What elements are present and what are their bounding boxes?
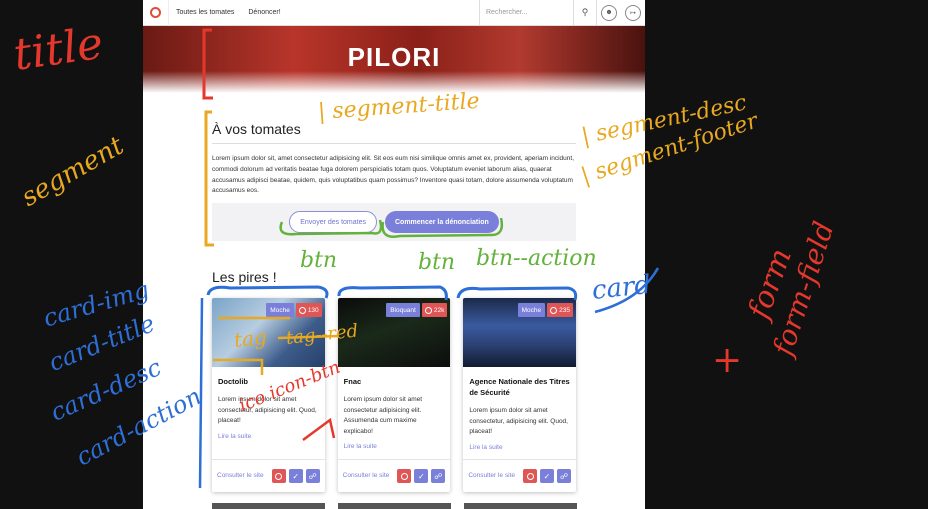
visit-site-link[interactable]: Consulter le site bbox=[468, 471, 520, 481]
user-icon[interactable]: ☻ bbox=[601, 4, 617, 21]
check-icon-button[interactable]: ✓ bbox=[414, 469, 429, 483]
tomato-icon-button[interactable] bbox=[271, 469, 286, 483]
read-more-link[interactable]: Lire la suite bbox=[469, 444, 570, 451]
card-image: Moche 130 bbox=[212, 298, 325, 367]
segment: À vos tomates Lorem ipsum dolor sit, ame… bbox=[212, 121, 576, 242]
annotation-form-plus: + bbox=[712, 340, 743, 381]
send-tomatoes-button[interactable]: Envoyer des tomates bbox=[289, 211, 377, 234]
start-report-button[interactable]: Commencer la dénonciation bbox=[385, 211, 499, 234]
nav-link-all[interactable]: Toutes les tomates bbox=[169, 9, 241, 16]
segment-description: Lorem ipsum dolor sit, amet consectetur … bbox=[212, 155, 574, 195]
category-tag: Moche bbox=[517, 303, 546, 317]
logout-icon[interactable]: ↦ bbox=[625, 4, 641, 21]
tomato-count: 235 bbox=[559, 306, 571, 314]
section-title: Les pires ! bbox=[212, 269, 277, 286]
annotation-form-field: form-field bbox=[766, 217, 841, 360]
card-row-partial bbox=[212, 503, 577, 509]
search-icon[interactable]: ⚲ bbox=[573, 0, 597, 26]
tomato-count-tag: 22k bbox=[421, 303, 448, 317]
tomato-icon bbox=[298, 306, 306, 314]
segment-footer: Envoyer des tomates Commencer la dénonci… bbox=[212, 203, 576, 242]
website-frame: Toutes les tomates Dénoncer! Rechercher.… bbox=[143, 0, 645, 509]
logo-icon[interactable] bbox=[143, 0, 169, 26]
card-actions: Consulter le site ✓ ☍ bbox=[463, 459, 577, 492]
card[interactable]: Moche 130 Doctolib Lorem ipsum dolor sit… bbox=[212, 298, 325, 492]
card-title: Agence Nationale des Titres de Sécurité bbox=[469, 377, 570, 397]
card-description: Lorem ipsum dolor sit amet consectetur, … bbox=[469, 407, 568, 435]
tomato-icon bbox=[424, 306, 432, 314]
tomato-count-tag: 235 bbox=[547, 303, 574, 317]
tomato-count: 130 bbox=[307, 306, 319, 314]
annotation-segment: segment bbox=[16, 130, 130, 213]
nav-link-report[interactable]: Dénoncer! bbox=[241, 9, 287, 16]
tomato-icon bbox=[550, 306, 558, 314]
tomato-icon-button[interactable] bbox=[397, 469, 412, 483]
card-image: Bloquant 22k bbox=[337, 298, 451, 367]
annotation-title: title bbox=[10, 17, 107, 81]
card-image: Moche 235 bbox=[463, 298, 577, 367]
card-actions: Consulter le site ✓ ☍ bbox=[337, 459, 451, 492]
check-icon-button[interactable]: ✓ bbox=[540, 469, 555, 483]
tomato-count-tag: 130 bbox=[295, 303, 322, 317]
card[interactable]: Bloquant 22k Fnac Lorem ipsum dolor sit … bbox=[337, 298, 451, 492]
card-title: Doctolib bbox=[218, 377, 248, 386]
category-tag: Bloquant bbox=[386, 303, 420, 317]
read-more-link[interactable]: Lire la suite bbox=[344, 443, 445, 450]
card-list: Moche 130 Doctolib Lorem ipsum dolor sit… bbox=[212, 298, 577, 492]
annotation-card-img: card-img bbox=[40, 275, 153, 333]
share-icon-button[interactable]: ☍ bbox=[431, 469, 446, 483]
share-icon-button[interactable]: ☍ bbox=[557, 469, 572, 483]
card-actions: Consulter le site ✓ ☍ bbox=[212, 459, 325, 492]
hero-banner: PILORI bbox=[143, 26, 645, 93]
annotation-card-title: card-title bbox=[44, 309, 159, 377]
card-description: Lorem ipsum dolor sit amet consectetur, … bbox=[218, 396, 317, 424]
share-icon-button[interactable]: ☍ bbox=[305, 469, 320, 483]
visit-site-link[interactable]: Consulter le site bbox=[217, 471, 269, 481]
visit-site-link[interactable]: Consulter le site bbox=[343, 471, 395, 481]
card[interactable]: Moche 235 Agence Nationale des Titres de… bbox=[463, 298, 577, 492]
annotation-form: form bbox=[741, 243, 800, 324]
category-tag: Moche bbox=[266, 303, 294, 317]
card-description: Lorem ipsum dolor sit amet consectetur a… bbox=[343, 396, 423, 435]
read-more-link[interactable]: Lire la suite bbox=[218, 433, 319, 440]
card-title: Fnac bbox=[343, 377, 362, 386]
search-input[interactable]: Rechercher... bbox=[479, 0, 573, 26]
tomato-icon-button[interactable] bbox=[523, 469, 538, 483]
segment-title: À vos tomates bbox=[212, 121, 576, 144]
top-nav: Toutes les tomates Dénoncer! Rechercher.… bbox=[143, 0, 645, 26]
check-icon-button[interactable]: ✓ bbox=[288, 469, 303, 483]
tomato-count: 22k bbox=[433, 306, 445, 314]
page-title: PILORI bbox=[347, 42, 441, 72]
